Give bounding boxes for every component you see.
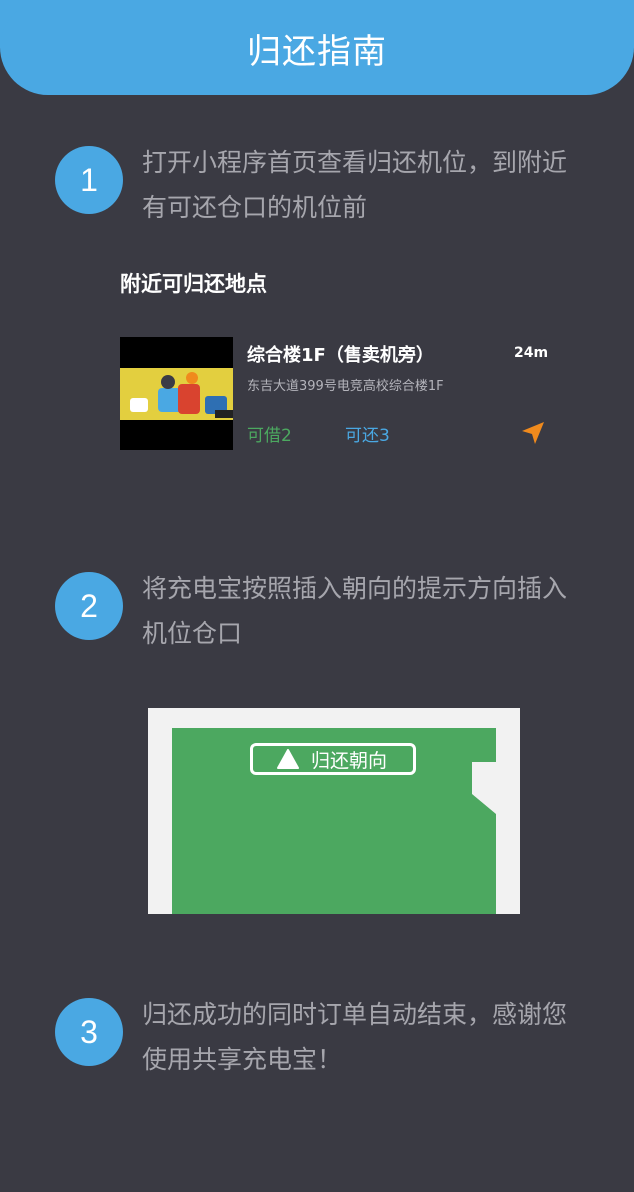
page-title: 归还指南 — [247, 32, 387, 72]
location-thumbnail[interactable] — [120, 337, 233, 450]
orientation-label: 归还朝向 — [250, 743, 416, 775]
slot-diagram — [148, 708, 520, 914]
step-1-badge: 1 — [55, 146, 123, 214]
step-1-text: 打开小程序首页查看归还机位，到附近有可还仓口的机位前 — [142, 148, 568, 222]
step-3-text: 归还成功的同时订单自动结束，感谢您使用共享充电宝！ — [142, 1000, 568, 1074]
orientation-text: 归还朝向 — [311, 749, 388, 772]
location-address: 东吉大道399号电竞高校综合楼1F — [247, 379, 444, 394]
borrow-count: 可借2 — [247, 426, 292, 446]
location-name[interactable]: 综合楼1F（售卖机旁） — [247, 341, 434, 367]
step-2-badge: 2 — [55, 572, 123, 640]
navigation-arrow-icon[interactable] — [520, 420, 546, 446]
step-2-text: 将充电宝按照插入朝向的提示方向插入机位仓口 — [142, 574, 568, 648]
return-count: 可还3 — [345, 426, 390, 446]
up-triangle-icon — [277, 749, 299, 769]
nearby-title: 附近可归还地点 — [120, 272, 267, 296]
header-bar: 归还指南 — [0, 0, 634, 95]
step-3-badge: 3 — [55, 998, 123, 1066]
location-distance: 24m — [514, 345, 549, 361]
